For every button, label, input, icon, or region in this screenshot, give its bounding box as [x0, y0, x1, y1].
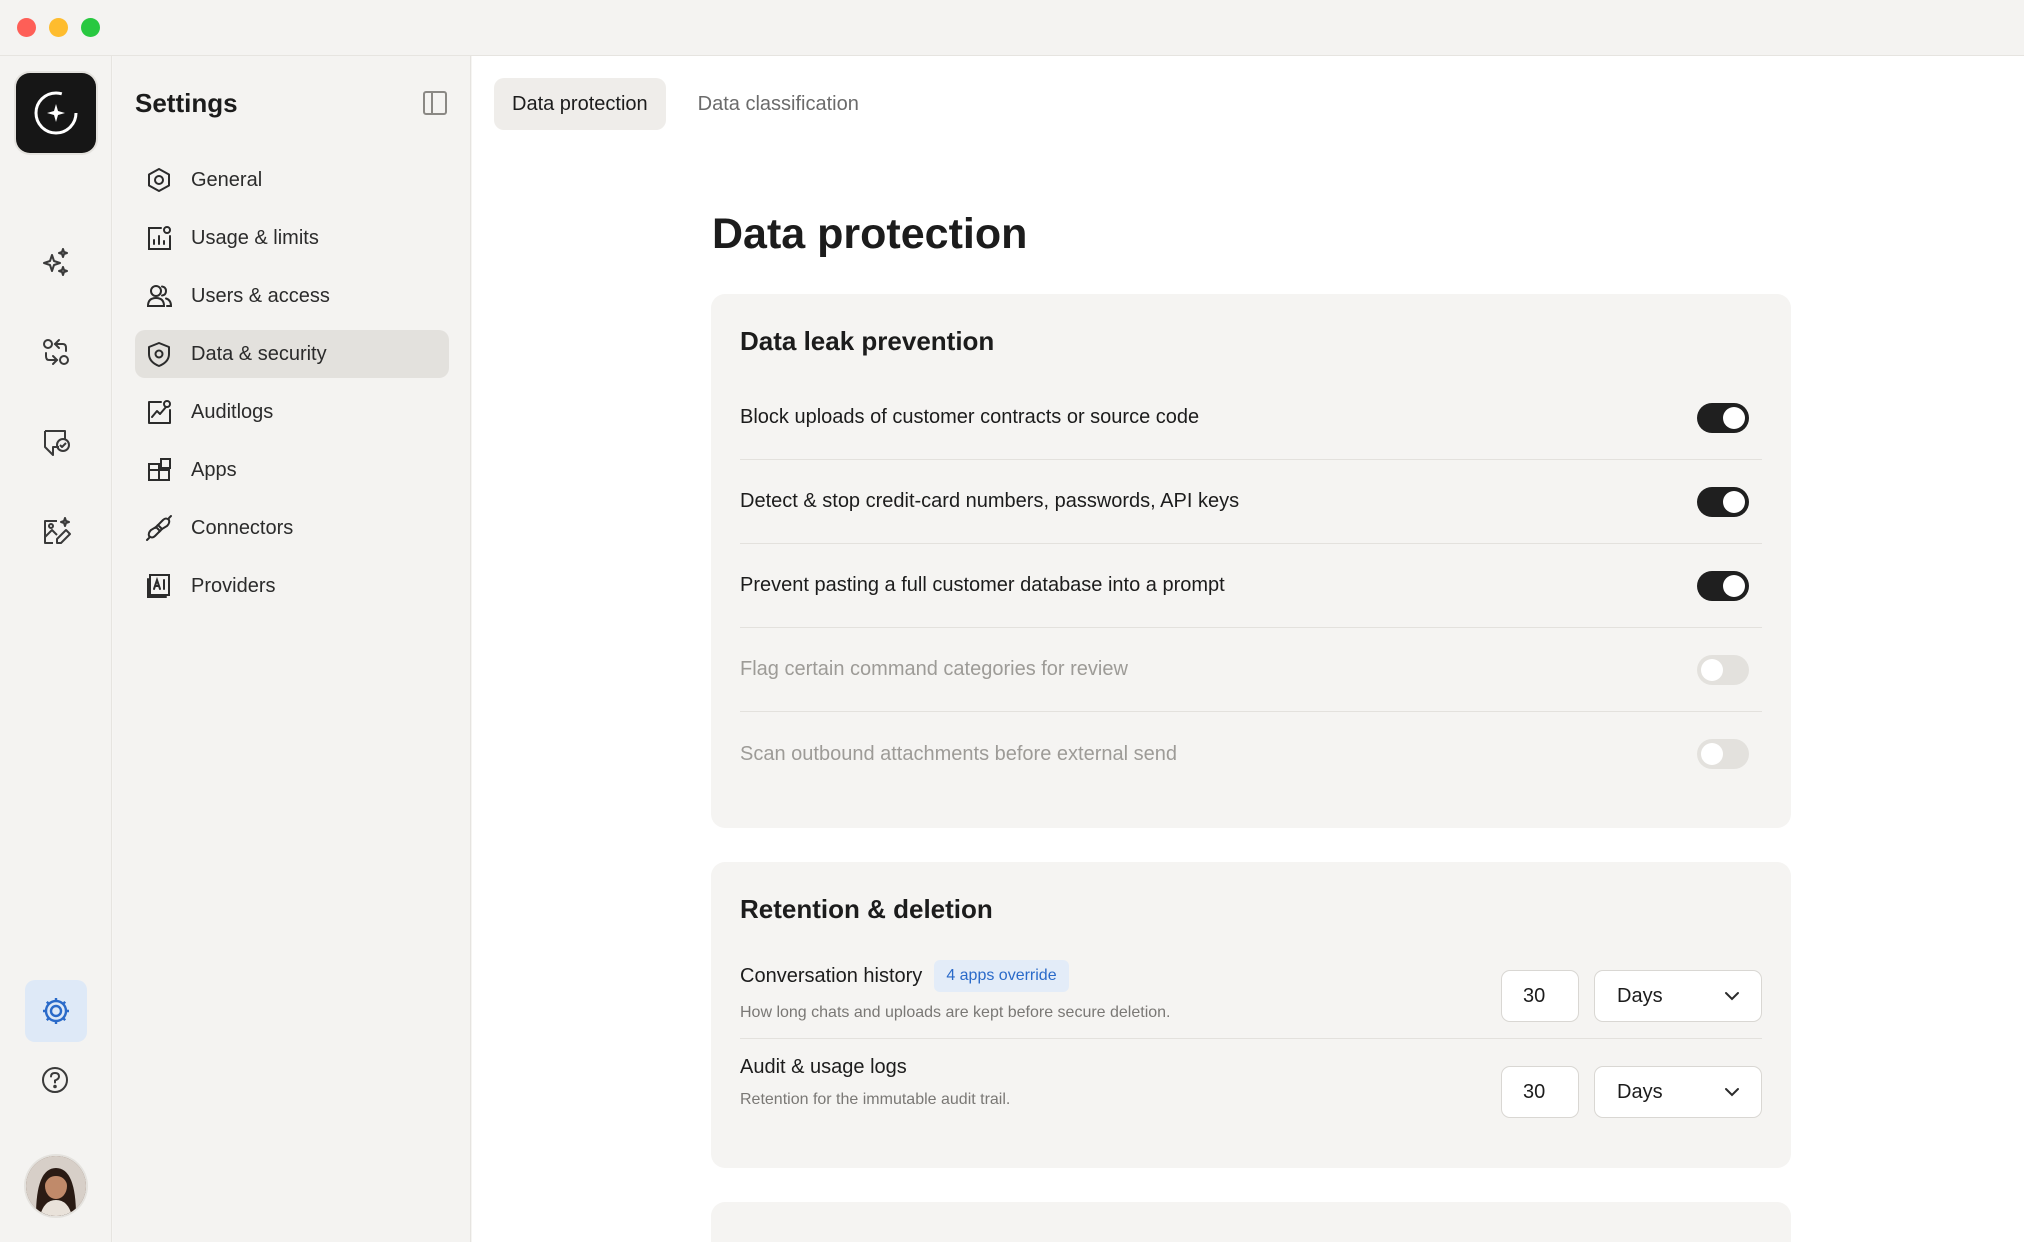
chevron-down-icon	[1725, 1088, 1739, 1097]
icon-rail	[0, 56, 112, 1242]
sidebar-item-label: Data & security	[191, 342, 327, 365]
audit-retention-unit-select[interactable]: Days	[1594, 1066, 1762, 1118]
select-value: Days	[1617, 1080, 1663, 1103]
sidebar-title: Settings	[135, 88, 238, 118]
rule-label: Scan outbound attachments before externa…	[740, 742, 1177, 765]
retention-label: Audit & usage logs	[740, 1056, 907, 1078]
help-icon[interactable]	[31, 1056, 79, 1104]
line-chart-icon	[145, 398, 173, 426]
hexagon-gear-icon	[145, 166, 173, 194]
apps-grid-icon	[145, 456, 173, 484]
workflow-icon[interactable]	[32, 328, 80, 376]
rule-toggle-flag-commands[interactable]	[1697, 654, 1749, 685]
plug-icon	[145, 514, 173, 542]
rule-row-flag-commands: Flag certain command categories for revi…	[740, 628, 1762, 712]
sidebar-item-apps[interactable]: Apps	[135, 446, 449, 494]
image-edit-icon[interactable]	[32, 508, 80, 556]
maximize-window-button[interactable]	[81, 18, 100, 37]
sidebar-item-users[interactable]: Users & access	[135, 272, 449, 320]
ai-box-icon	[145, 572, 173, 600]
page-title: Data protection	[712, 210, 1028, 258]
rule-row-detect-secrets: Detect & stop credit-card numbers, passw…	[740, 460, 1762, 544]
tab-bar: Data protection Data classification	[494, 78, 877, 130]
user-avatar[interactable]	[26, 1156, 86, 1216]
override-badge[interactable]: 4 apps override	[934, 960, 1069, 992]
sidebar-item-label: Apps	[191, 458, 237, 481]
minimize-window-button[interactable]	[49, 18, 68, 37]
sidebar-item-label: Usage & limits	[191, 226, 319, 249]
card-title: Retention & deletion	[740, 894, 993, 924]
sidebar-item-label: Connectors	[191, 516, 294, 539]
sidebar-item-label: General	[191, 168, 263, 191]
settings-gear-icon[interactable]	[25, 980, 87, 1042]
sidebar-collapse-icon[interactable]	[422, 90, 448, 116]
conversation-retention-unit-select[interactable]: Days	[1594, 970, 1762, 1022]
rule-row-block-uploads: Block uploads of customer contracts or s…	[740, 376, 1762, 460]
app-logo-icon[interactable]	[16, 73, 96, 153]
close-window-button[interactable]	[17, 18, 36, 37]
rule-toggle-detect-secrets[interactable]	[1697, 486, 1749, 517]
sidebar-item-auditlogs[interactable]: Auditlogs	[135, 388, 449, 436]
conversation-retention-value-input[interactable]: 30	[1501, 970, 1579, 1022]
shield-icon	[145, 340, 173, 368]
rule-toggle-block-uploads[interactable]	[1697, 402, 1749, 433]
rule-label: Detect & stop credit-card numbers, passw…	[740, 490, 1240, 512]
divider	[740, 1038, 1762, 1039]
retention-label: Conversation history	[740, 964, 923, 987]
rule-row-prevent-pasting: Prevent pasting a full customer database…	[740, 544, 1762, 628]
rule-toggle-scan-attachments[interactable]	[1697, 739, 1749, 769]
sidebar-item-label: Auditlogs	[191, 400, 274, 423]
chart-icon	[145, 224, 173, 252]
approval-icon[interactable]	[32, 418, 80, 466]
audit-retention-value-input[interactable]: 30	[1501, 1066, 1579, 1118]
window-titlebar	[0, 0, 2024, 56]
sidebar-item-connectors[interactable]: Connectors	[135, 504, 449, 552]
rule-label: Flag certain command categories for revi…	[740, 658, 1128, 680]
select-value: Days	[1617, 984, 1663, 1007]
tab-data-protection[interactable]: Data protection	[494, 78, 666, 130]
rule-row-scan-attachments: Scan outbound attachments before externa…	[740, 712, 1762, 796]
leak-prevention-card: Data leak prevention Block uploads of cu…	[711, 294, 1791, 828]
sidebar-item-data-security[interactable]: Data & security	[135, 330, 449, 378]
rule-label: Prevent pasting a full customer database…	[740, 574, 1225, 596]
sidebar-item-usage[interactable]: Usage & limits	[135, 214, 449, 262]
sidebar-item-label: Users & access	[191, 284, 330, 307]
settings-sidebar: Settings General Usage & limits Users & …	[113, 56, 471, 1242]
retention-card: Retention & deletion Conversation histor…	[711, 862, 1791, 1168]
sidebar-item-providers[interactable]: Providers	[135, 562, 449, 610]
tab-data-classification[interactable]: Data classification	[680, 78, 877, 130]
sidebar-item-general[interactable]: General	[135, 156, 449, 204]
chevron-down-icon	[1725, 992, 1739, 1001]
main-content: Data protection Data classification Data…	[472, 56, 2024, 1242]
sidebar-item-label: Providers	[191, 574, 276, 597]
next-settings-card	[711, 1202, 1791, 1242]
settings-nav: General Usage & limits Users & access Da…	[135, 156, 449, 620]
card-title: Data leak prevention	[740, 326, 995, 356]
rule-toggle-prevent-pasting[interactable]	[1697, 570, 1749, 601]
sparkles-icon[interactable]	[32, 238, 80, 286]
users-icon	[145, 282, 173, 310]
rule-label: Block uploads of customer contracts or s…	[740, 406, 1200, 428]
